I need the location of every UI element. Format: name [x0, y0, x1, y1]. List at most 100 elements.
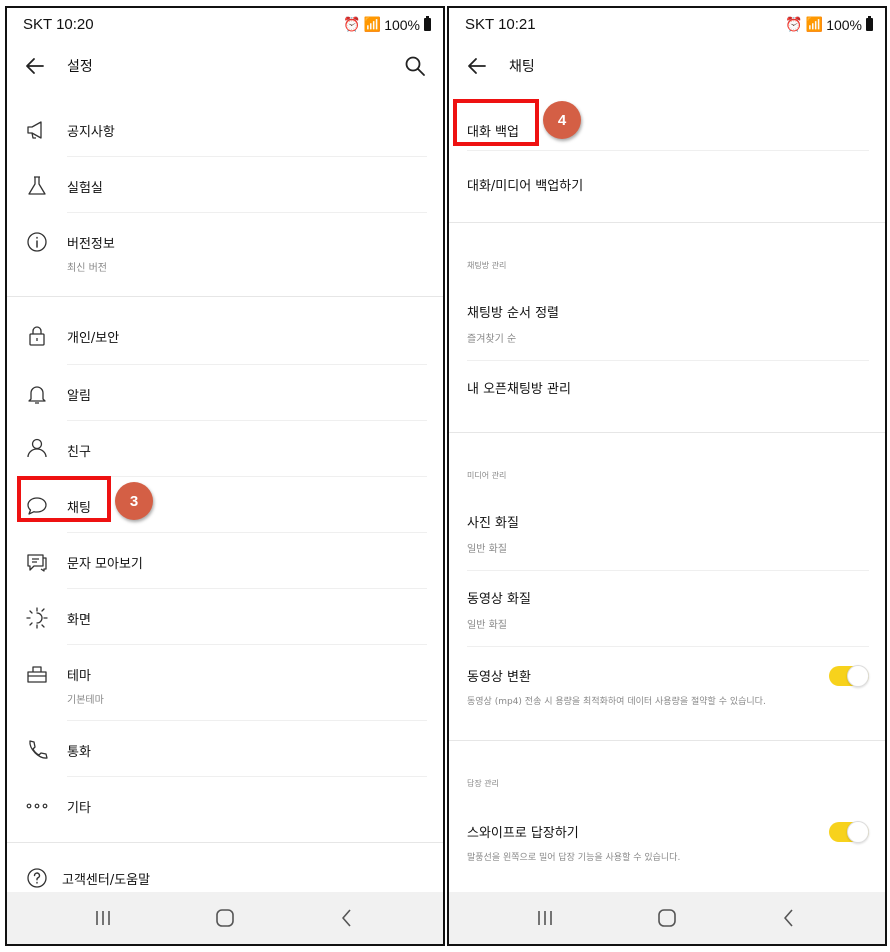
battery-icon	[424, 16, 431, 31]
back-nav-icon[interactable]	[335, 906, 359, 930]
section-divider	[449, 740, 885, 741]
settings-item-subtext: 기본테마	[67, 695, 104, 706]
open-chat-management-label: 내 오픈채팅방 관리	[467, 382, 571, 397]
settings-item-version[interactable]: 버전정보 최신 버전	[7, 214, 443, 294]
message-icon	[27, 554, 47, 572]
back-nav-icon[interactable]	[777, 906, 801, 930]
system-nav-bar	[449, 892, 885, 944]
settings-item-label: 개인/보안	[67, 331, 120, 346]
divider	[67, 644, 427, 645]
divider	[67, 364, 427, 365]
settings-item-display[interactable]: 화면	[7, 590, 443, 646]
section-divider	[7, 842, 443, 843]
swipe-reply-subtext: 말풍선을 왼쪽으로 밀어 답장 기능을 사용할 수 있습니다.	[467, 853, 681, 863]
settings-item-notifications[interactable]: 알림	[7, 366, 443, 422]
settings-item-lab[interactable]: 실험실	[7, 158, 443, 214]
settings-item-label: 문자 모아보기	[67, 557, 143, 572]
step-badge: 4	[543, 101, 581, 139]
divider	[67, 212, 427, 213]
app-bar: 채팅	[449, 48, 885, 84]
settings-item-label: 고객센터/도움말	[62, 873, 151, 888]
status-bar: SKT 10:21 ⏰ 📶 100%	[449, 8, 885, 42]
step-badge: 3	[115, 482, 153, 520]
lock-icon	[29, 326, 45, 346]
backup-chat-media-label: 대화/미디어 백업하기	[467, 179, 584, 194]
highlight-box-backup	[453, 99, 539, 146]
status-time: SKT 10:21	[465, 16, 536, 33]
divider	[67, 476, 427, 477]
back-arrow-icon[interactable]	[465, 54, 489, 78]
status-icons: ⏰ 📶 100%	[343, 16, 431, 33]
settings-item-label: 버전정보	[67, 237, 115, 252]
toggle-knob	[847, 821, 869, 843]
toggle-knob	[847, 665, 869, 687]
recent-apps-icon[interactable]	[533, 906, 557, 930]
settings-item-notice[interactable]: 공지사항	[7, 102, 443, 158]
settings-item-label: 실험실	[67, 181, 103, 196]
video-convert-toggle[interactable]	[829, 665, 869, 687]
recent-apps-icon[interactable]	[91, 906, 115, 930]
video-convert-item: 동영상 변환 동영상 (mp4) 전송 시 용량을 최적화하여 데이터 사용량을…	[449, 650, 885, 734]
video-quality-item[interactable]: 동영상 화질 일반 화질	[449, 574, 885, 646]
video-convert-label: 동영상 변환	[467, 670, 531, 685]
divider	[467, 360, 869, 361]
settings-item-theme[interactable]: 테마 기본테마	[7, 646, 443, 722]
flask-icon	[28, 176, 46, 195]
settings-item-label: 통화	[67, 745, 91, 760]
search-icon[interactable]	[403, 54, 427, 78]
open-chat-management-item[interactable]: 내 오픈채팅방 관리	[449, 362, 885, 430]
settings-item-privacy[interactable]: 개인/보안	[7, 306, 443, 364]
highlight-box-chat	[17, 476, 111, 522]
settings-item-help[interactable]: 고객센터/도움말	[7, 858, 443, 894]
divider	[67, 776, 427, 777]
reply-management-header: 답장 관리	[467, 779, 499, 788]
divider	[67, 156, 427, 157]
room-management-header: 채팅방 관리	[467, 261, 507, 270]
video-quality-label: 동영상 화질	[467, 592, 531, 607]
video-convert-subtext: 동영상 (mp4) 전송 시 용량을 최적화하여 데이터 사용량을 절약할 수 …	[467, 697, 766, 707]
photo-quality-item[interactable]: 사진 화질 일반 화질	[449, 498, 885, 570]
settings-item-messages[interactable]: 문자 모아보기	[7, 534, 443, 590]
swipe-reply-toggle[interactable]	[829, 821, 869, 843]
signal-icon: 📶	[363, 16, 382, 32]
more-dots-icon	[26, 803, 48, 809]
section-divider	[449, 432, 885, 433]
alarm-icon: ⏰	[343, 16, 361, 32]
video-quality-subtext: 일반 화질	[467, 620, 507, 631]
settings-item-label: 테마	[67, 669, 91, 684]
home-icon[interactable]	[213, 906, 237, 930]
settings-item-friends[interactable]: 친구	[7, 422, 443, 478]
divider	[467, 646, 869, 647]
page-title: 채팅	[509, 59, 535, 75]
swipe-reply-item: 스와이프로 답장하기 말풍선을 왼쪽으로 밀어 답장 기능을 사용할 수 있습니…	[449, 806, 885, 878]
status-bar: SKT 10:20 ⏰ 📶 100%	[7, 8, 443, 42]
status-time: SKT 10:20	[23, 16, 94, 33]
settings-item-label: 공지사항	[67, 125, 115, 140]
signal-icon: 📶	[805, 16, 824, 32]
section-divider	[449, 222, 885, 223]
battery-level: 100%	[384, 16, 420, 33]
settings-item-etc[interactable]: 기타	[7, 778, 443, 834]
home-icon[interactable]	[655, 906, 679, 930]
settings-item-label: 기타	[67, 801, 91, 816]
section-divider	[7, 296, 443, 297]
divider	[467, 150, 869, 151]
divider	[67, 720, 427, 721]
back-arrow-icon[interactable]	[23, 54, 47, 78]
room-sort-subtext: 즐겨찾기 순	[467, 334, 517, 345]
settings-item-call[interactable]: 통화	[7, 722, 443, 778]
room-sort-label: 채팅방 순서 정렬	[467, 306, 559, 321]
page-title: 설정	[67, 59, 93, 75]
info-icon	[27, 232, 47, 252]
divider	[67, 420, 427, 421]
help-icon	[27, 868, 47, 888]
brightness-icon	[26, 607, 48, 629]
divider	[67, 532, 427, 533]
settings-item-label: 친구	[67, 445, 91, 460]
divider	[467, 570, 869, 571]
room-sort-item[interactable]: 채팅방 순서 정렬 즐겨찾기 순	[449, 288, 885, 360]
settings-item-label: 화면	[67, 613, 91, 628]
person-icon	[27, 438, 47, 458]
system-nav-bar	[7, 892, 443, 944]
backup-chat-media-item[interactable]: 대화/미디어 백업하기	[449, 154, 885, 220]
